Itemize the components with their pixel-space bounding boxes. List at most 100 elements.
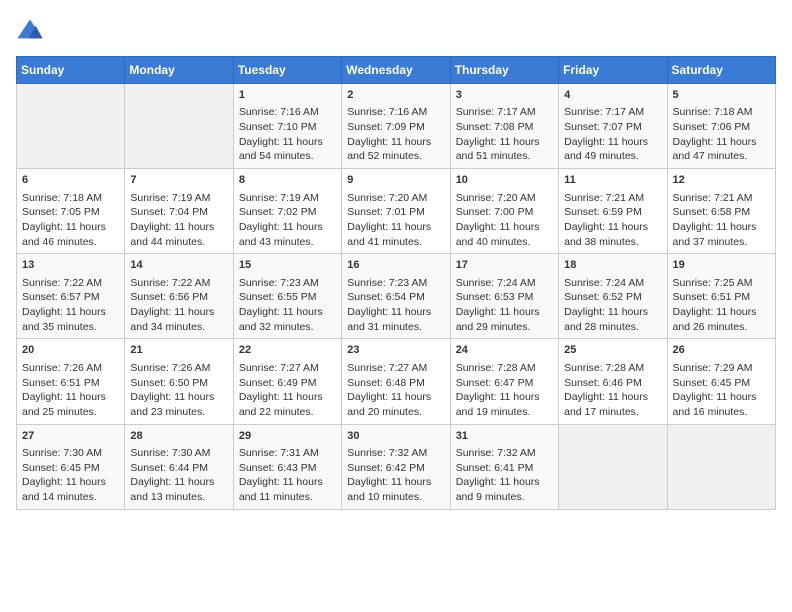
day-info: Sunset: 7:04 PM: [130, 205, 227, 220]
day-header-saturday: Saturday: [667, 57, 775, 84]
day-info: Daylight: 11 hours and 34 minutes.: [130, 305, 227, 334]
day-info: Sunset: 6:45 PM: [22, 461, 119, 476]
calendar-week-3: 13 Sunrise: 7:22 AM Sunset: 6:57 PM Dayligh…: [17, 254, 776, 339]
day-number: 12: [673, 173, 770, 188]
calendar-header-row: SundayMondayTuesdayWednesdayThursdayFrid…: [17, 57, 776, 84]
day-info: Daylight: 11 hours and 32 minutes.: [239, 305, 336, 334]
day-number: 24: [456, 343, 553, 358]
calendar-cell: 16 Sunrise: 7:23 AMSunset: 6:54 PMDayligh…: [342, 254, 450, 339]
calendar-week-2: 6Sunrise: 7:18 AMSunset: 7:05 PMDaylight…: [17, 169, 776, 254]
day-info: Sunrise: 7:16 AM: [239, 105, 336, 120]
day-info: Sunset: 6:58 PM: [673, 205, 770, 220]
day-info: Sunset: 6:54 PM: [347, 290, 444, 305]
calendar-cell: 8Sunrise: 7:19 AMSunset: 7:02 PMDaylight…: [233, 169, 341, 254]
day-info: Daylight: 11 hours and 19 minutes.: [456, 390, 553, 419]
day-number: 26: [673, 343, 770, 358]
day-info: Daylight: 11 hours and 41 minutes.: [347, 220, 444, 249]
day-info: Sunset: 7:06 PM: [673, 120, 770, 135]
day-info: Sunset: 6:50 PM: [130, 376, 227, 391]
day-info: Daylight: 11 hours and 28 minutes.: [564, 305, 661, 334]
calendar-week-1: 1Sunrise: 7:16 AMSunset: 7:10 PMDaylight…: [17, 84, 776, 169]
day-info: Sunrise: 7:19 AM: [130, 191, 227, 206]
day-info: Sunrise: 7:27 AM: [347, 361, 444, 376]
day-number: 16: [347, 258, 444, 273]
day-info: Daylight: 11 hours and 52 minutes.: [347, 135, 444, 164]
calendar-cell: 22Sunrise: 7:27 AMSunset: 6:49 PMDayligh…: [233, 339, 341, 424]
day-info: Sunset: 6:45 PM: [673, 376, 770, 391]
day-number: 25: [564, 343, 661, 358]
day-info: Daylight: 11 hours and 43 minutes.: [239, 220, 336, 249]
day-info: Sunrise: 7:24 AM: [564, 276, 661, 291]
calendar-cell: 9Sunrise: 7:20 AMSunset: 7:01 PMDaylight…: [342, 169, 450, 254]
day-info: Sunrise: 7:30 AM: [130, 446, 227, 461]
day-info: Sunset: 6:41 PM: [456, 461, 553, 476]
day-info: Sunset: 6:57 PM: [22, 290, 119, 305]
day-info: Sunset: 6:44 PM: [130, 461, 227, 476]
day-info: Sunset: 7:02 PM: [239, 205, 336, 220]
day-number: 3: [456, 88, 553, 103]
day-info: Sunset: 6:47 PM: [456, 376, 553, 391]
calendar-cell: 21Sunrise: 7:26 AMSunset: 6:50 PMDayligh…: [125, 339, 233, 424]
calendar-cell: 30Sunrise: 7:32 AMSunset: 6:42 PMDayligh…: [342, 424, 450, 509]
day-info: Sunrise: 7:17 AM: [564, 105, 661, 120]
calendar-cell: 28Sunrise: 7:30 AMSunset: 6:44 PMDayligh…: [125, 424, 233, 509]
calendar-cell: 7Sunrise: 7:19 AMSunset: 7:04 PMDaylight…: [125, 169, 233, 254]
calendar-cell: 25Sunrise: 7:28 AMSunset: 6:46 PMDayligh…: [559, 339, 667, 424]
day-info: Daylight: 11 hours and 25 minutes.: [22, 390, 119, 419]
day-number: 17: [456, 258, 553, 273]
calendar-cell: 5Sunrise: 7:18 AMSunset: 7:06 PMDaylight…: [667, 84, 775, 169]
calendar-cell: 11Sunrise: 7:21 AMSunset: 6:59 PMDayligh…: [559, 169, 667, 254]
day-number: 19: [673, 258, 770, 273]
logo: [16, 16, 48, 44]
day-info: Sunrise: 7:19 AM: [239, 191, 336, 206]
day-info: Sunset: 7:10 PM: [239, 120, 336, 135]
calendar-cell: 15Sunrise: 7:23 AMSunset: 6:55 PMDayligh…: [233, 254, 341, 339]
day-info: Daylight: 11 hours and 37 minutes.: [673, 220, 770, 249]
day-info: Sunset: 6:56 PM: [130, 290, 227, 305]
calendar-cell: 10Sunrise: 7:20 AMSunset: 7:00 PMDayligh…: [450, 169, 558, 254]
day-info: Sunrise: 7:18 AM: [673, 105, 770, 120]
calendar-cell: [17, 84, 125, 169]
day-info: Sunrise: 7:23 AM: [239, 276, 336, 291]
calendar-cell: 31Sunrise: 7:32 AMSunset: 6:41 PMDayligh…: [450, 424, 558, 509]
calendar-table: SundayMondayTuesdayWednesdayThursdayFrid…: [16, 56, 776, 510]
day-info: Sunrise: 7:28 AM: [456, 361, 553, 376]
calendar-cell: 23Sunrise: 7:27 AMSunset: 6:48 PMDayligh…: [342, 339, 450, 424]
calendar-cell: 19Sunrise: 7:25 AMSunset: 6:51 PMDayligh…: [667, 254, 775, 339]
day-header-monday: Monday: [125, 57, 233, 84]
day-number: 6: [22, 173, 119, 188]
day-number: 18: [564, 258, 661, 273]
day-info: Sunrise: 7:22 AM: [130, 276, 227, 291]
day-info: Sunset: 6:53 PM: [456, 290, 553, 305]
day-info: Sunset: 6:59 PM: [564, 205, 661, 220]
day-info: Sunrise: 7:20 AM: [456, 191, 553, 206]
day-info: Sunset: 7:00 PM: [456, 205, 553, 220]
calendar-cell: 4Sunrise: 7:17 AMSunset: 7:07 PMDaylight…: [559, 84, 667, 169]
day-info: Daylight: 11 hours and 10 minutes.: [347, 475, 444, 504]
calendar-cell: 13Sunrise: 7:22 AMSunset: 6:57 PMDayligh…: [17, 254, 125, 339]
day-info: Daylight: 11 hours and 31 minutes.: [347, 305, 444, 334]
calendar-cell: 3Sunrise: 7:17 AMSunset: 7:08 PMDaylight…: [450, 84, 558, 169]
calendar-cell: 26Sunrise: 7:29 AMSunset: 6:45 PMDayligh…: [667, 339, 775, 424]
day-info: Daylight: 11 hours and 49 minutes.: [564, 135, 661, 164]
day-header-tuesday: Tuesday: [233, 57, 341, 84]
day-info: Sunrise: 7:31 AM: [239, 446, 336, 461]
day-info: Sunrise: 7:24 AM: [456, 276, 553, 291]
day-header-wednesday: Wednesday: [342, 57, 450, 84]
calendar-week-4: 20Sunrise: 7:26 AMSunset: 6:51 PMDayligh…: [17, 339, 776, 424]
day-header-friday: Friday: [559, 57, 667, 84]
calendar-cell: 14Sunrise: 7:22 AMSunset: 6:56 PMDayligh…: [125, 254, 233, 339]
day-info: Daylight: 11 hours and 9 minutes.: [456, 475, 553, 504]
day-info: Sunset: 6:55 PM: [239, 290, 336, 305]
day-number: 5: [673, 88, 770, 103]
day-number: 11: [564, 173, 661, 188]
page-header: [16, 16, 776, 44]
day-number: 13: [22, 258, 119, 273]
day-number: 27: [22, 429, 119, 444]
day-info: Sunrise: 7:25 AM: [673, 276, 770, 291]
day-number: 30: [347, 429, 444, 444]
day-info: Sunrise: 7:30 AM: [22, 446, 119, 461]
day-info: Sunrise: 7:23 AM: [347, 276, 444, 291]
calendar-cell: 17Sunrise: 7:24 AMSunset: 6:53 PMDayligh…: [450, 254, 558, 339]
day-info: Sunset: 7:07 PM: [564, 120, 661, 135]
